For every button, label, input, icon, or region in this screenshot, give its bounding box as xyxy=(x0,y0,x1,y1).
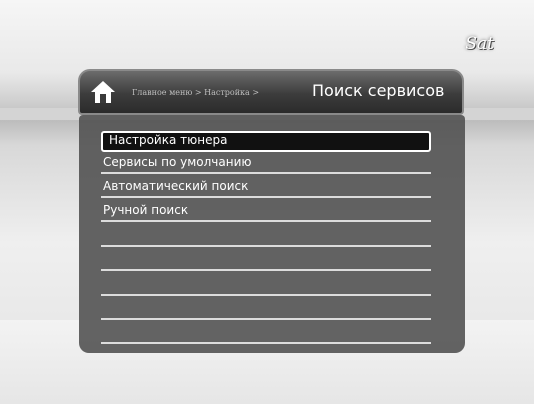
menu-item-default-services[interactable]: Сервисы по умолчанию xyxy=(101,153,431,174)
brand-logo: Sat xyxy=(465,34,494,54)
menu-item-manual-search[interactable]: Ручной поиск xyxy=(101,201,431,222)
menu-item-empty[interactable] xyxy=(101,299,431,320)
menu-header: Главное меню > Настройка > Поиск сервисо… xyxy=(78,69,464,115)
menu-item-tuner-settings[interactable]: Настройка тюнера xyxy=(101,131,431,152)
menu-item-empty[interactable] xyxy=(101,226,431,247)
menu-panel: Настройка тюнера Сервисы по умолчанию Ав… xyxy=(79,115,465,353)
menu-item-empty[interactable] xyxy=(101,323,431,344)
home-icon[interactable] xyxy=(90,80,116,104)
page-title: Поиск сервисов xyxy=(312,81,445,100)
menu-item-empty[interactable] xyxy=(101,250,431,271)
menu-item-empty[interactable] xyxy=(101,275,431,296)
menu-item-auto-search[interactable]: Автоматический поиск xyxy=(101,177,431,198)
breadcrumb: Главное меню > Настройка > xyxy=(132,88,260,97)
background-scene: Sat Главное меню > Настройка > Поиск сер… xyxy=(0,0,534,404)
